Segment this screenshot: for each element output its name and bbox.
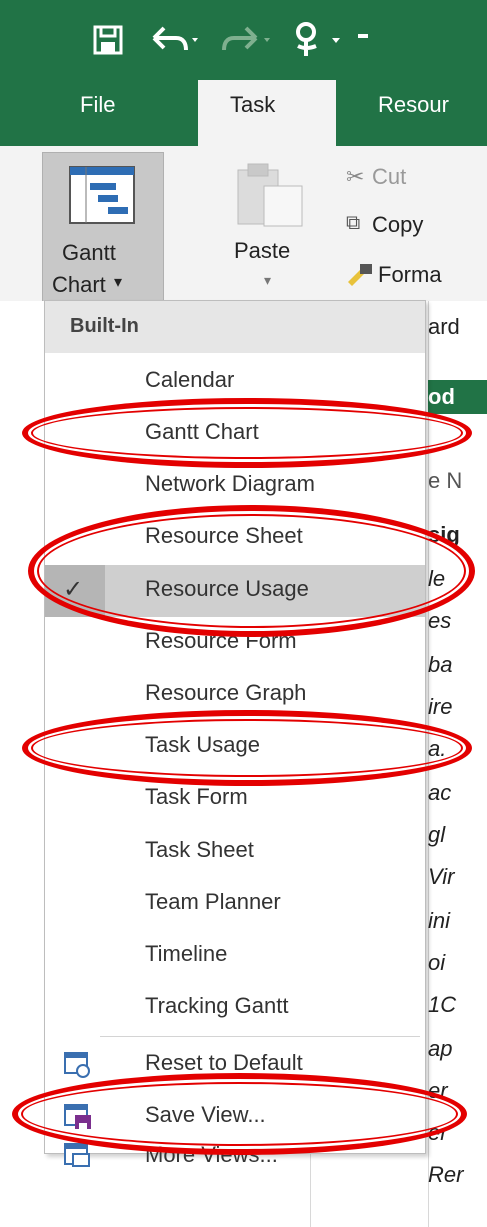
save-icon[interactable] <box>90 22 126 58</box>
touch-mode-icon[interactable] <box>288 20 368 60</box>
more-views-icon <box>63 1142 93 1175</box>
copy-button[interactable]: Copy <box>372 212 423 238</box>
menu-item-label: Team Planner <box>145 889 281 914</box>
background-cell: oi <box>428 950 446 975</box>
gantt-chart-label-2: Chart <box>52 272 106 297</box>
background-cell: ba <box>428 652 453 677</box>
menu-header-label: Built-In <box>70 315 139 337</box>
background-cell: ap <box>428 1036 453 1061</box>
background-cell: Rer <box>428 1162 464 1187</box>
paste-button[interactable]: Paste <box>234 238 290 264</box>
background-cell: gl <box>428 822 446 847</box>
menu-item-label: Tracking Gantt <box>145 993 289 1018</box>
highlight-ellipse-task-usage <box>22 710 472 786</box>
gantt-chart-icon <box>68 165 136 230</box>
redo-icon <box>214 22 274 58</box>
cut-icon: ✂ <box>346 164 365 189</box>
tab-resource[interactable]: Resour <box>378 92 449 118</box>
highlight-ellipse-save-view <box>12 1073 467 1155</box>
menu-item-team-planner[interactable]: Team Planner <box>45 878 425 930</box>
menu-item-label: Calendar <box>145 367 235 392</box>
cut-button: Cut <box>372 164 407 189</box>
background-cell: ac <box>428 780 452 805</box>
menu-separator <box>100 1036 420 1037</box>
format-painter-icon <box>346 262 374 291</box>
reset-view-icon <box>63 1051 93 1084</box>
background-cell: ard <box>428 314 460 339</box>
highlight-ellipse-resource-views <box>28 505 475 637</box>
menu-item-task-sheet[interactable]: Task Sheet <box>45 826 425 878</box>
background-cell: ire <box>428 694 453 719</box>
background-cell: e N <box>428 468 463 493</box>
menu-item-timeline[interactable]: Timeline <box>45 930 425 982</box>
menu-item-label: Resource Graph <box>145 680 307 705</box>
chevron-down-icon: ▾ <box>114 274 123 291</box>
highlight-ellipse-gantt-chart <box>22 398 472 468</box>
tab-file[interactable]: File <box>80 92 115 118</box>
background-cell: od <box>428 384 455 409</box>
background-cell: 1C <box>428 992 457 1017</box>
gantt-chart-label-1: Gantt <box>62 240 116 265</box>
background-cell: ini <box>428 908 451 933</box>
menu-item-label: Timeline <box>145 941 228 966</box>
menu-item-label: Task Sheet <box>145 837 254 862</box>
tab-task[interactable]: Task <box>198 80 336 146</box>
menu-header-built-in: Built-In <box>45 301 425 353</box>
background-cell: Vir <box>428 864 455 889</box>
tab-task-label: Task <box>230 92 276 117</box>
background-cell: es <box>428 608 452 633</box>
paste-icon <box>234 160 306 233</box>
menu-item-label: Network Diagram <box>145 471 315 496</box>
undo-icon[interactable] <box>146 22 204 58</box>
format-painter-button[interactable]: Forma <box>378 262 442 288</box>
copy-icon: ⧉ <box>346 212 361 234</box>
menu-item-tracking-gantt[interactable]: Tracking Gantt <box>45 982 425 1034</box>
paste-chevron-icon: ▾ <box>264 272 272 288</box>
menu-item-label: Task Form <box>145 784 248 809</box>
